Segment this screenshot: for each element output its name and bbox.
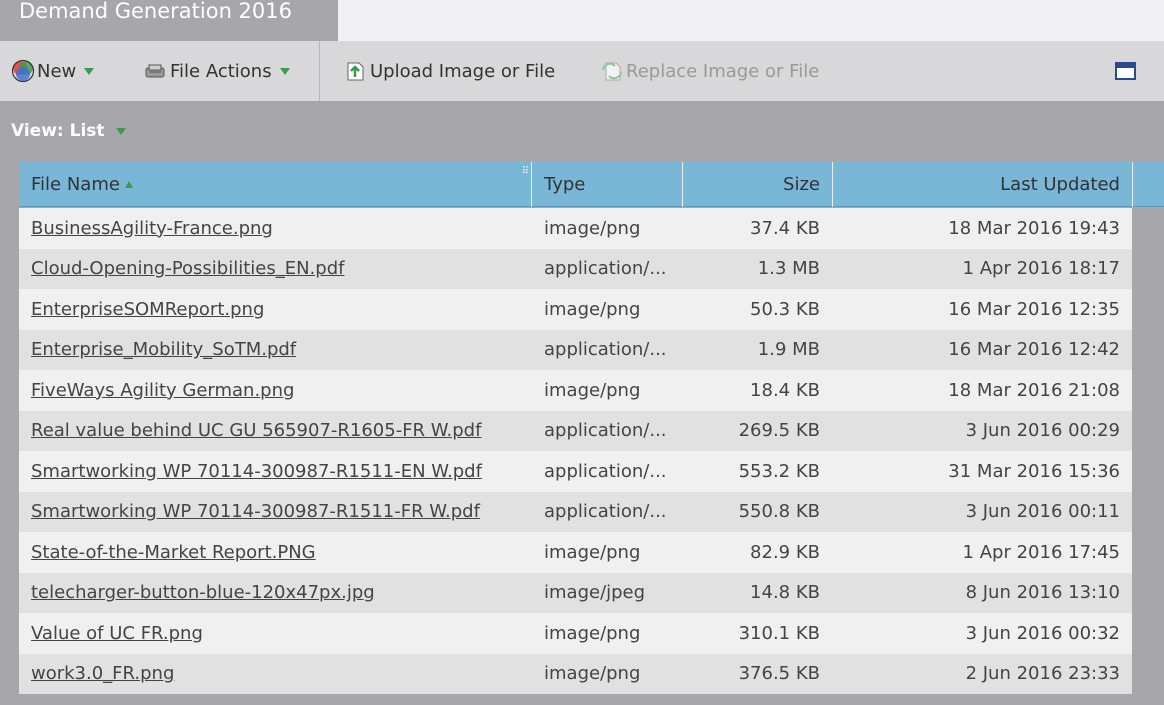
file-name-link[interactable]: Value of UC FR.png [31,613,531,654]
tab-bar: Demand Generation 2016 [0,0,1164,41]
file-type: image/png [544,379,641,401]
view-label: View: List [11,121,105,141]
table-row[interactable]: Smartworking WP 70114-300987-R1511-EN W.… [19,451,1132,492]
table-row[interactable]: BusinessAgility-France.png image/png 37.… [19,208,1132,249]
table-row[interactable]: Enterprise_Mobility_SoTM.pdf application… [19,329,1132,371]
table-row[interactable]: FiveWays Agility German.png image/png 18… [19,370,1132,411]
column-header-last-updated[interactable]: Last Updated [833,162,1133,207]
color-wheel-icon [11,59,35,83]
file-actions-label: File Actions [170,60,272,82]
chevron-down-icon [279,67,290,75]
column-label: Last Updated [1000,174,1120,195]
column-header-size[interactable]: Size [683,162,833,207]
file-name-link[interactable]: telecharger-button-blue-120x47px.jpg [31,573,531,614]
table-row[interactable]: State-of-the-Market Report.PNG image/png… [19,532,1132,573]
last-updated: 18 Mar 2016 19:43 [948,217,1120,239]
file-size: 1.9 MB [757,339,820,361]
file-actions-button[interactable]: File Actions [144,41,290,101]
file-size: 1.3 MB [757,258,820,280]
table-row[interactable]: Value of UC FR.png image/png 310.1 KB 3 … [19,613,1132,654]
file-size: 376.5 KB [738,663,820,685]
table-row[interactable]: Smartworking WP 70114-300987-R1511-FR W.… [19,491,1132,533]
file-type: application/... [544,258,667,280]
file-size: 553.2 KB [738,460,820,482]
tab-demand-generation[interactable]: Demand Generation 2016 [0,0,338,41]
file-size: 37.4 KB [750,217,820,239]
new-label: New [37,60,77,82]
file-type: image/png [544,663,641,685]
last-updated: 16 Mar 2016 12:35 [948,298,1120,320]
toolbar-divider [319,41,320,101]
replace-button[interactable]: Replace Image or File [600,41,819,101]
file-type: application/... [544,460,667,482]
last-updated: 1 Apr 2016 18:17 [962,258,1120,280]
table-header: File Name ⠿ Type Size Last Updated [19,162,1164,207]
last-updated: 3 Jun 2016 00:29 [965,420,1120,442]
file-size: 14.8 KB [750,582,820,604]
file-size: 50.3 KB [750,298,820,320]
column-label: Type [544,174,586,195]
column-label: Size [783,174,820,195]
file-name-link[interactable]: Enterprise_Mobility_SoTM.pdf [31,330,531,371]
file-grid: File Name ⠿ Type Size Last Updated Busin… [19,162,1164,705]
upload-label: Upload Image or File [370,60,556,82]
toolbar: New File Actions Upload Image or File Re… [0,41,1164,101]
wrench-icon [145,64,165,78]
column-menu-icon[interactable]: ⠿ [522,166,529,177]
file-type: image/png [544,298,641,320]
file-name-link[interactable]: FiveWays Agility German.png [31,370,531,411]
last-updated: 3 Jun 2016 00:11 [965,501,1120,523]
file-name-link[interactable]: BusinessAgility-France.png [31,208,531,249]
file-type: image/png [544,541,641,563]
file-type: application/... [544,339,667,361]
chevron-down-icon [84,67,95,75]
column-header-type[interactable]: Type [532,162,683,207]
file-type: image/png [544,622,641,644]
file-type: application/... [544,420,667,442]
upload-button[interactable]: Upload Image or File [344,41,555,101]
last-updated: 31 Mar 2016 15:36 [948,460,1120,482]
file-name-link[interactable]: State-of-the-Market Report.PNG [31,532,531,573]
table-row[interactable]: Real value behind UC GU 565907-R1605-FR … [19,410,1132,452]
upload-file-icon [347,62,364,81]
file-type: image/jpeg [544,582,646,604]
view-bar: View: List [0,101,1164,161]
last-updated: 2 Jun 2016 23:33 [965,663,1120,685]
file-name-link[interactable]: work3.0_FR.png [31,654,531,695]
file-name-link[interactable]: Cloud-Opening-Possibilities_EN.pdf [31,249,531,290]
column-header-file-name[interactable]: File Name ⠿ [19,162,532,207]
file-name-link[interactable]: Real value behind UC GU 565907-R1605-FR … [31,411,531,452]
file-size: 18.4 KB [750,379,820,401]
replace-file-icon [602,62,622,81]
table-row[interactable]: work3.0_FR.png image/png 376.5 KB 2 Jun … [19,653,1132,695]
file-name-link[interactable]: EnterpriseSOMReport.png [31,289,531,330]
file-type: application/... [544,501,667,523]
file-type: image/png [544,217,641,239]
file-size: 269.5 KB [738,420,820,442]
column-label: File Name [31,174,120,195]
new-button[interactable]: New [11,41,95,101]
file-size: 550.8 KB [738,501,820,523]
file-name-link[interactable]: Smartworking WP 70114-300987-R1511-FR W.… [31,492,531,533]
last-updated: 16 Mar 2016 12:42 [948,339,1120,361]
sort-ascending-icon [124,181,133,188]
file-name-link[interactable]: Smartworking WP 70114-300987-R1511-EN W.… [31,451,531,492]
last-updated: 1 Apr 2016 17:45 [962,541,1120,563]
chevron-down-icon [115,127,126,135]
file-size: 82.9 KB [750,541,820,563]
file-size: 310.1 KB [738,622,820,644]
view-selector[interactable]: View: List [11,121,126,141]
tab-title: Demand Generation 2016 [19,0,292,23]
last-updated: 8 Jun 2016 13:10 [965,582,1120,604]
replace-label: Replace Image or File [626,60,820,82]
last-updated: 3 Jun 2016 00:32 [965,622,1120,644]
table-body: BusinessAgility-France.png image/png 37.… [19,208,1132,694]
table-row[interactable]: telecharger-button-blue-120x47px.jpg ima… [19,572,1132,614]
window-restore-icon[interactable] [1115,62,1136,80]
last-updated: 18 Mar 2016 21:08 [948,379,1120,401]
table-row[interactable]: Cloud-Opening-Possibilities_EN.pdf appli… [19,248,1132,290]
table-row[interactable]: EnterpriseSOMReport.png image/png 50.3 K… [19,289,1132,330]
